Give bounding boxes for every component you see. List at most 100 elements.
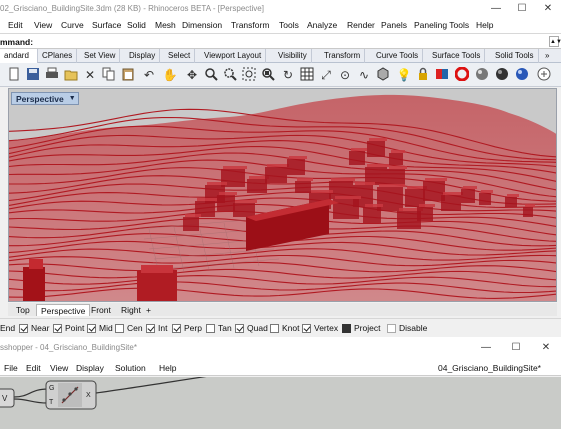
render-sphere-icon[interactable] [454,66,470,83]
tab-select[interactable]: Select [164,49,196,63]
menu-edit[interactable]: Edit [8,20,23,30]
osnap-near[interactable]: Near [19,323,49,333]
menu-render[interactable]: Render [347,20,375,30]
maximize-button[interactable]: ☐ [509,0,535,18]
osnap-end[interactable]: End [0,323,15,333]
tab-solid-tools[interactable]: Solid Tools [491,49,539,63]
environment-icon[interactable] [494,67,510,83]
grid-icon[interactable] [299,67,315,83]
osnap-knot[interactable]: Knot [270,323,300,333]
gh-document-name[interactable]: 04_Grisciano_BuildingSite* [438,363,541,373]
tab-standard[interactable]: andard [0,49,38,63]
light-icon[interactable]: 💡 [396,67,412,83]
open-icon[interactable] [63,67,79,83]
tab-viewport-perspective[interactable]: Perspective [36,304,91,316]
cplane-icon[interactable]: ⤢ [318,67,334,83]
undo-icon[interactable]: ↶ [141,67,157,83]
material-icon[interactable] [474,67,490,83]
toolbar-overflow-icon[interactable] [536,67,552,83]
gh-close-button[interactable]: ✕ [531,337,561,359]
tab-viewport-right[interactable]: Right [117,304,145,316]
osnap-cen[interactable]: Cen [115,323,143,333]
tab-cplanes[interactable]: CPlanes [38,49,78,63]
menu-transform[interactable]: Transform [231,20,269,30]
menu-tools[interactable]: Tools [279,20,299,30]
osnap-project[interactable]: Project [342,323,380,333]
tab-curve-tools[interactable]: Curve Tools [372,49,424,63]
gh-menu-display[interactable]: Display [76,363,104,373]
building-roof [311,190,333,193]
settings-icon[interactable] [514,67,530,83]
command-input[interactable] [40,36,545,47]
osnap-vertex[interactable]: Vertex [302,323,338,333]
viewport-label[interactable]: Perspective ▼ [11,92,79,105]
zoom-extents-icon[interactable] [241,67,257,83]
perspective-viewport[interactable]: Perspective ▼ [8,88,557,302]
grasshopper-canvas[interactable]: V G T X [0,377,561,429]
gh-minimize-button[interactable]: — [471,337,501,359]
menu-dimension[interactable]: Dimension [182,20,222,30]
tab-overflow[interactable]: » [541,49,553,63]
osnap-perp[interactable]: Perp [172,323,202,333]
close-button[interactable]: ✕ [535,0,561,18]
building-box [287,159,305,175]
osnap-point[interactable]: Point [53,323,84,333]
menu-analyze[interactable]: Analyze [307,20,337,30]
tab-set-view[interactable]: Set View [80,49,121,63]
osnap-quad[interactable]: Quad [235,323,268,333]
zoom-window-icon[interactable] [222,67,238,83]
tab-surface-tools[interactable]: Surface Tools [428,49,486,63]
menu-view[interactable]: View [34,20,52,30]
color-icon[interactable] [434,67,450,83]
tab-viewport-top[interactable]: Top [12,304,34,316]
point-icon[interactable]: ⊙ [337,67,353,83]
osnap-int[interactable]: Int [146,323,167,333]
grasshopper-title-bar: sshopper - 04_Grisciano_BuildingSite* — … [0,337,561,359]
tab-display[interactable]: Display [125,49,161,63]
osnap-tan[interactable]: Tan [206,323,232,333]
rotate-icon[interactable]: ↻ [280,67,296,83]
zoom-selected-icon[interactable] [260,67,276,83]
menu-help[interactable]: Help [476,20,493,30]
pan-icon[interactable]: ✋ [162,67,178,83]
gh-menu-view[interactable]: View [50,363,68,373]
print-icon[interactable] [44,67,60,83]
minimize-button[interactable]: — [483,0,509,18]
command-history-toggle[interactable]: ▲▼ [549,36,561,47]
osnap-mid-label: Mid [99,323,113,333]
paste-icon[interactable] [120,67,136,83]
tab-viewport-layout[interactable]: Viewport Layout [200,49,267,63]
box-icon[interactable] [375,67,391,83]
gh-maximize-button[interactable]: ☐ [501,337,531,359]
menu-mesh[interactable]: Mesh [155,20,176,30]
tab-viewport-add[interactable]: + [142,304,155,316]
checkbox-icon [53,323,62,333]
zoom-icon[interactable] [203,67,219,83]
menu-solid[interactable]: Solid [127,20,146,30]
checkbox-icon [206,323,215,333]
menu-panels[interactable]: Panels [381,20,407,30]
new-icon[interactable] [6,67,22,83]
cut-icon[interactable]: ✕ [82,67,98,83]
copy-icon[interactable] [101,67,117,83]
save-icon[interactable] [25,67,41,83]
osnap-mid[interactable]: Mid [87,323,113,333]
rhino-window-title: 02_Grisciano_BuildingSite.3dm (28 KB) - … [0,4,264,13]
building-roof [443,192,463,195]
move-icon[interactable]: ✥ [184,67,200,83]
menu-curve[interactable]: Curve [61,20,84,30]
menu-surface[interactable]: Surface [92,20,121,30]
tab-viewport-front[interactable]: Front [87,304,115,316]
curve-icon[interactable]: ∿ [356,67,372,83]
lock-icon[interactable] [415,67,431,83]
menu-paneling-tools[interactable]: Paneling Tools [414,20,469,30]
gh-menu-file[interactable]: File [4,363,18,373]
gh-menu-solution[interactable]: Solution [115,363,146,373]
tab-transform[interactable]: Transform [320,49,366,63]
building-roof [197,198,217,201]
gh-menu-edit[interactable]: Edit [26,363,41,373]
osnap-vertex-label: Vertex [314,323,339,333]
gh-menu-help[interactable]: Help [159,363,176,373]
osnap-disable[interactable]: Disable [387,323,427,333]
tab-visibility[interactable]: Visibility [274,49,312,63]
